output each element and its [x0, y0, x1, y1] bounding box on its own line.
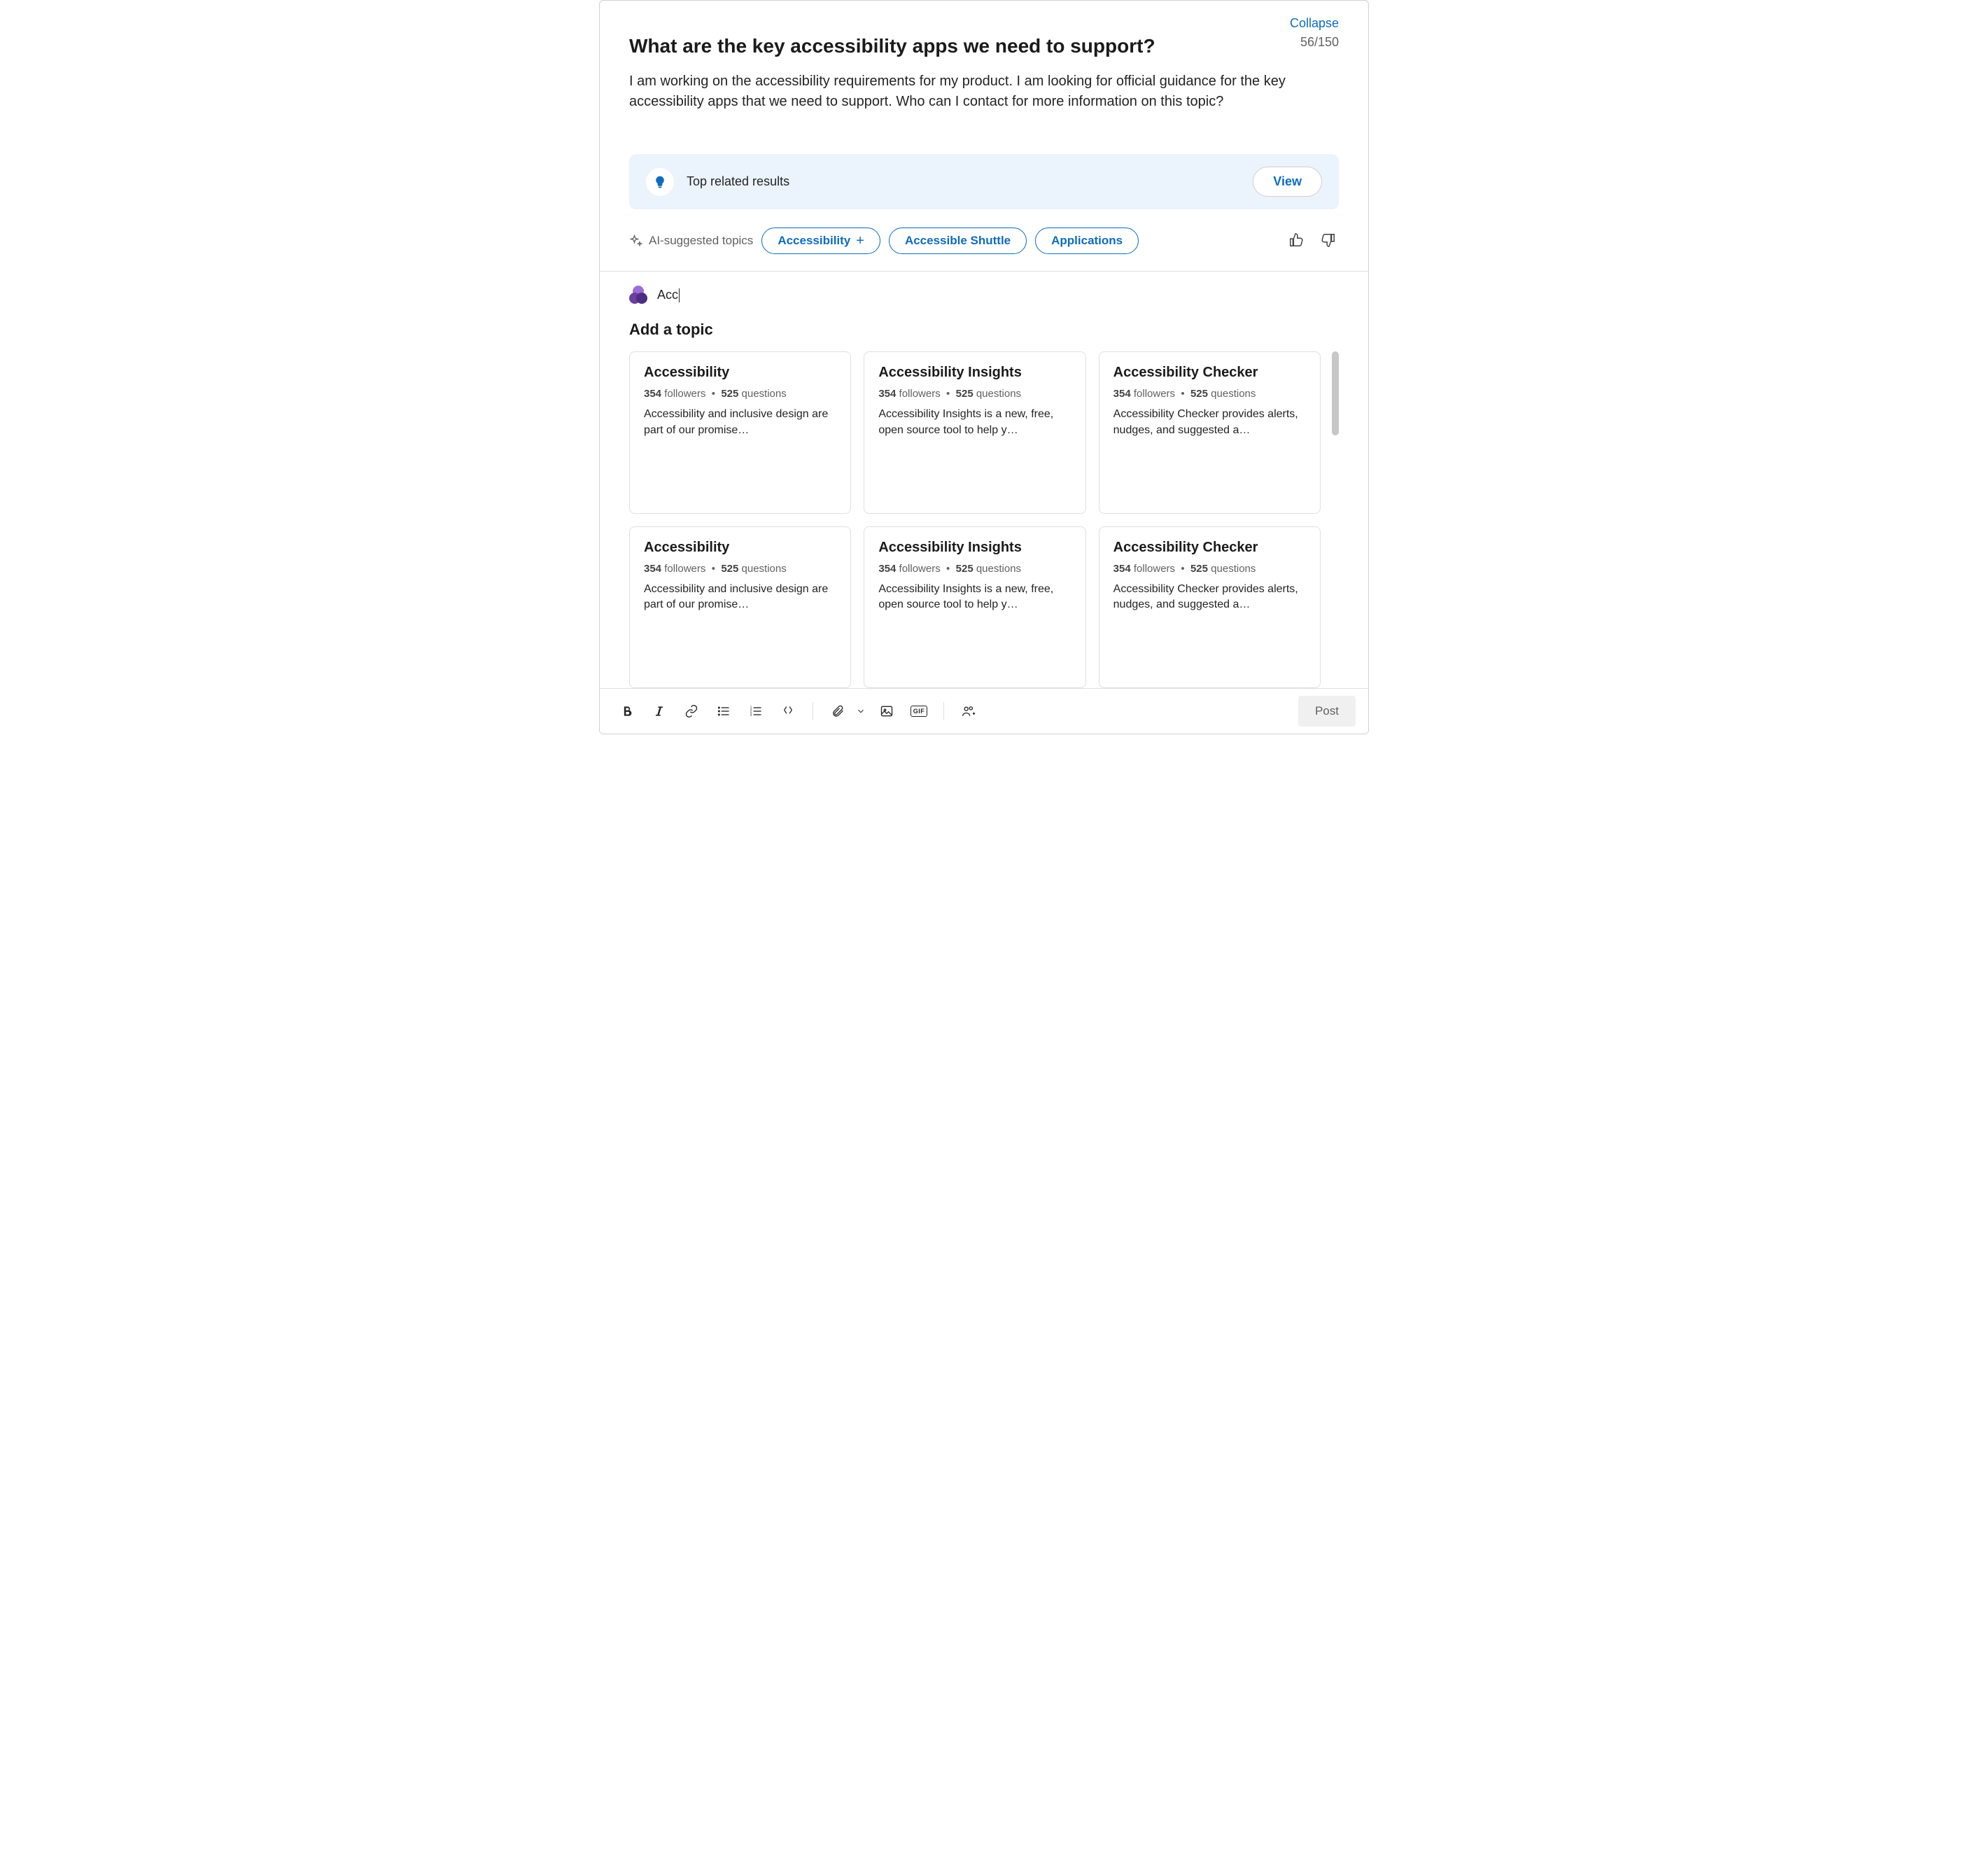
topic-cards-container: Accessibility 354 followers • 525 questi… — [629, 351, 1339, 688]
card-title: Accessibility — [644, 365, 836, 381]
sparkle-icon — [629, 234, 643, 248]
card-meta: 354 followers • 525 questions — [878, 388, 1071, 400]
scrollbar-track[interactable] — [1332, 351, 1339, 589]
gif-icon: GIF — [911, 706, 928, 717]
question-body[interactable]: I am working on the accessibility requir… — [629, 71, 1339, 112]
suggested-topics-label-wrap: AI-suggested topics — [629, 234, 753, 248]
card-meta: 354 followers • 525 questions — [1113, 563, 1306, 575]
thumbs-down-button[interactable] — [1318, 230, 1339, 253]
thumbs-down-icon — [1321, 232, 1336, 248]
card-title: Accessibility Insights — [878, 365, 1071, 381]
card-description: Accessibility Checker provides alerts, n… — [1113, 582, 1306, 613]
card-description: Accessibility Insights is a new, free, o… — [878, 582, 1071, 613]
suggested-topics-row: AI-suggested topics Accessibility + Acce… — [629, 227, 1339, 254]
card-title: Accessibility — [644, 540, 836, 556]
title-row: What are the key accessibility apps we n… — [629, 34, 1339, 59]
link-button[interactable] — [677, 698, 706, 724]
gif-button[interactable]: GIF — [904, 698, 934, 724]
topic-card[interactable]: Accessibility Insights 354 followers • 5… — [864, 351, 1085, 513]
view-button[interactable]: View — [1253, 167, 1322, 197]
scrollbar-thumb[interactable] — [1332, 351, 1339, 435]
thumbs-up-button[interactable] — [1286, 230, 1307, 253]
suggested-topics-label: AI-suggested topics — [649, 234, 753, 248]
card-title: Accessibility Insights — [878, 540, 1071, 556]
question-title[interactable]: What are the key accessibility apps we n… — [629, 34, 1300, 59]
link-icon — [684, 704, 698, 718]
topic-card[interactable]: Accessibility Insights 354 followers • 5… — [864, 526, 1085, 688]
attach-group — [823, 698, 869, 724]
related-results-banner: Top related results View — [629, 154, 1339, 209]
format-toolbar: 123 GIF Post — [600, 688, 1368, 734]
chip-label: Applications — [1051, 234, 1123, 248]
svg-text:3: 3 — [750, 713, 752, 718]
bold-button[interactable] — [612, 698, 642, 724]
image-button[interactable] — [872, 698, 901, 724]
collapse-link[interactable]: Collapse — [1290, 16, 1339, 31]
code-button[interactable] — [773, 698, 803, 724]
post-button[interactable]: Post — [1298, 696, 1356, 727]
image-icon — [880, 704, 894, 718]
chip-label: Accessible Shuttle — [905, 234, 1011, 248]
paperclip-icon — [831, 704, 845, 718]
card-meta: 354 followers • 525 questions — [644, 388, 836, 400]
chip-label: Accessibility — [778, 234, 850, 248]
card-description: Accessibility Checker provides alerts, n… — [1113, 407, 1306, 438]
toolbar-separator — [943, 702, 944, 720]
add-topic-heading: Add a topic — [629, 321, 1339, 339]
card-meta: 354 followers • 525 questions — [1113, 388, 1306, 400]
top-links: Collapse — [629, 16, 1339, 31]
attach-dropdown-button[interactable] — [852, 698, 869, 724]
content-area: Collapse What are the key accessibility … — [600, 1, 1368, 688]
thumbs-up-icon — [1288, 232, 1304, 248]
italic-icon — [652, 704, 666, 718]
topic-search-input[interactable]: Acc — [657, 288, 680, 302]
card-title: Accessibility Checker — [1113, 365, 1306, 381]
topic-card[interactable]: Accessibility Checker 354 followers • 52… — [1099, 351, 1321, 513]
feedback-buttons — [1286, 230, 1339, 253]
card-description: Accessibility Insights is a new, free, o… — [878, 407, 1071, 438]
section-divider — [600, 271, 1368, 272]
card-title: Accessibility Checker — [1113, 540, 1306, 556]
bullet-list-button[interactable] — [709, 698, 738, 724]
lightbulb-icon — [646, 168, 674, 196]
mention-people-button[interactable] — [954, 698, 983, 724]
card-meta: 354 followers • 525 questions — [878, 563, 1071, 575]
card-meta: 354 followers • 525 questions — [644, 563, 836, 575]
compose-dialog: Collapse What are the key accessibility … — [599, 0, 1369, 734]
card-description: Accessibility and inclusive design are p… — [644, 407, 836, 438]
char-counter: 56/150 — [1300, 34, 1339, 50]
italic-button[interactable] — [645, 698, 674, 724]
card-description: Accessibility and inclusive design are p… — [644, 582, 836, 613]
plus-icon: + — [856, 234, 864, 248]
topic-card[interactable]: Accessibility Checker 354 followers • 52… — [1099, 526, 1321, 688]
chevron-down-icon — [856, 706, 866, 716]
numbered-list-button[interactable]: 123 — [741, 698, 771, 724]
people-add-icon — [962, 704, 976, 718]
code-icon — [781, 704, 795, 718]
topic-chip-accessible-shuttle[interactable]: Accessible Shuttle — [889, 227, 1027, 254]
numbered-list-icon: 123 — [749, 704, 763, 718]
topic-chip-accessibility[interactable]: Accessibility + — [761, 227, 880, 254]
topic-card[interactable]: Accessibility 354 followers • 525 questi… — [629, 526, 851, 688]
topic-icon — [629, 286, 647, 304]
topic-input-row[interactable]: Acc — [629, 286, 1339, 304]
topic-card[interactable]: Accessibility 354 followers • 525 questi… — [629, 351, 851, 513]
related-results-label: Top related results — [687, 174, 1240, 189]
topic-chip-applications[interactable]: Applications — [1035, 227, 1139, 254]
bold-icon — [620, 704, 634, 718]
attach-button[interactable] — [823, 698, 852, 724]
bullet-list-icon — [717, 704, 731, 718]
